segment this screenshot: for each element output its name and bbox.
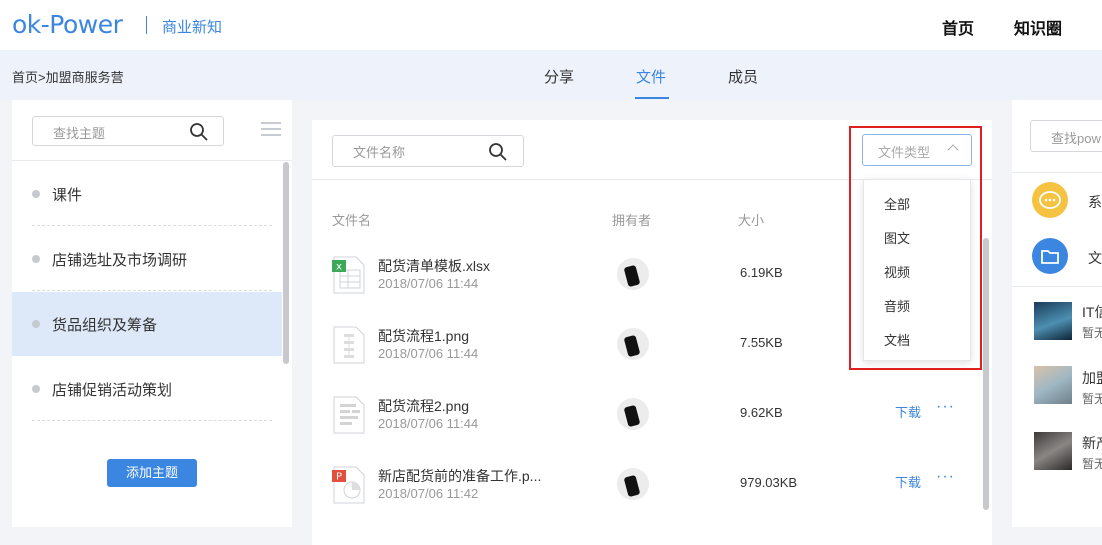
list-view-icon[interactable] <box>261 122 281 136</box>
svg-text:P: P <box>336 472 342 483</box>
tab-share[interactable]: 分享 <box>544 66 574 87</box>
column-header-size: 大小 <box>738 213 765 228</box>
image-file-icon <box>333 396 365 434</box>
file-search-placeholder: 文件名称 <box>353 145 406 160</box>
file-name[interactable]: 配货流程1.png <box>378 326 469 346</box>
folder-icon[interactable] <box>1032 238 1068 274</box>
add-topic-button[interactable]: 添加主题 <box>107 459 197 487</box>
article-thumbnail[interactable] <box>1034 366 1072 404</box>
breadcrumb[interactable]: 首页>加盟商服务营 <box>12 67 124 86</box>
download-link[interactable]: 下载 <box>895 402 921 421</box>
file-date: 2018/07/06 11:44 <box>378 346 479 361</box>
topic-item-promotion-planning[interactable]: 店铺促销活动策划 <box>12 357 282 421</box>
sub-navigation-bar: 首页>加盟商服务营 分享 文件 成员 <box>0 50 1102 100</box>
topic-label: 货品组织及筹备 <box>52 317 158 334</box>
search-icon[interactable] <box>488 142 508 162</box>
dashed-divider <box>32 420 272 421</box>
sidebar-divider <box>12 160 292 161</box>
column-header-filename: 文件名 <box>332 213 372 228</box>
topic-search-input[interactable]: 查找主题 <box>32 116 224 146</box>
site-logo[interactable]: ok-Power <box>12 10 123 39</box>
svg-text:x: x <box>336 262 342 273</box>
topic-label: 店铺选址及市场调研 <box>52 252 188 269</box>
right-sidebar: 查找pow 系 文 IT信 暂无 加盟 暂无 新产 暂无 <box>1012 100 1102 527</box>
bullet-icon <box>32 320 40 328</box>
article-subtitle: 暂无 <box>1082 392 1102 406</box>
owner-avatar[interactable] <box>617 258 649 290</box>
right-divider <box>1012 286 1102 287</box>
tab-members[interactable]: 成员 <box>728 66 758 87</box>
site-subtitle: 商业新知 <box>162 19 223 36</box>
file-item-label[interactable]: 文 <box>1088 248 1102 268</box>
file-row[interactable]: 配货流程2.png 2018/07/06 11:44 9.62KB 下载 ··· <box>312 378 982 448</box>
nav-knowledge-circle[interactable]: 知识圈 <box>1014 15 1062 39</box>
file-date: 2018/07/06 11:44 <box>378 276 479 291</box>
right-divider <box>1012 172 1102 173</box>
file-date: 2018/07/06 11:42 <box>378 486 479 501</box>
article-title[interactable]: 新产 <box>1082 433 1102 453</box>
article-subtitle: 暂无 <box>1082 457 1102 471</box>
topic-search-placeholder: 查找主题 <box>53 126 106 141</box>
topic-label: 课件 <box>52 187 83 204</box>
file-list-scrollbar[interactable] <box>983 238 989 510</box>
more-options-icon[interactable]: ··· <box>936 468 955 486</box>
excel-file-icon: x <box>332 256 365 294</box>
ppt-file-icon: P <box>332 466 365 504</box>
top-header: ok-Power 商业新知 首页 知识圈 <box>0 0 1102 50</box>
highlight-annotation-box <box>849 126 982 370</box>
file-name[interactable]: 配货清单模板.xlsx <box>378 256 490 276</box>
article-thumbnail[interactable] <box>1034 432 1072 470</box>
chat-icon[interactable] <box>1032 182 1068 218</box>
bullet-icon <box>32 255 40 263</box>
topic-sidebar: 查找主题 课件 店铺选址及市场调研 货品组织及筹备 店铺促销活动策划 添加主题 <box>12 100 292 527</box>
file-name[interactable]: 新店配货前的准备工作.p... <box>378 466 541 486</box>
topic-item-courseware[interactable]: 课件 <box>12 162 282 226</box>
nav-home[interactable]: 首页 <box>942 15 974 39</box>
logo-divider <box>146 16 147 34</box>
file-size: 7.55KB <box>740 335 783 350</box>
article-subtitle: 暂无 <box>1082 326 1102 340</box>
power-search-input[interactable]: 查找pow <box>1030 120 1102 152</box>
image-file-icon <box>333 326 365 364</box>
file-search-input[interactable]: 文件名称 <box>332 135 524 167</box>
owner-avatar[interactable] <box>617 468 649 500</box>
column-header-owner: 拥有者 <box>612 213 652 228</box>
power-search-placeholder: 查找pow <box>1051 131 1101 146</box>
file-date: 2018/07/06 11:44 <box>378 416 479 431</box>
active-tab-indicator <box>635 97 669 99</box>
system-item-label[interactable]: 系 <box>1088 192 1102 212</box>
topic-item-site-selection[interactable]: 店铺选址及市场调研 <box>12 227 282 291</box>
article-title[interactable]: IT信 <box>1082 302 1102 322</box>
owner-avatar[interactable] <box>617 328 649 360</box>
file-size: 979.03KB <box>740 475 798 490</box>
article-title[interactable]: 加盟 <box>1082 368 1102 388</box>
topic-label: 店铺促销活动策划 <box>52 382 173 399</box>
dashed-divider <box>32 290 272 291</box>
dashed-divider <box>32 225 272 226</box>
bullet-icon <box>32 190 40 198</box>
file-size: 6.19KB <box>740 265 783 280</box>
tab-files[interactable]: 文件 <box>636 66 666 87</box>
file-row[interactable]: P 新店配货前的准备工作.p... 2018/07/06 11:42 979.0… <box>312 448 982 518</box>
download-link[interactable]: 下载 <box>895 472 921 491</box>
search-icon[interactable] <box>189 122 209 142</box>
file-name[interactable]: 配货流程2.png <box>378 396 469 416</box>
more-options-icon[interactable]: ··· <box>936 398 955 416</box>
bullet-icon <box>32 385 40 393</box>
owner-avatar[interactable] <box>617 398 649 430</box>
article-thumbnail[interactable] <box>1034 302 1072 340</box>
file-size: 9.62KB <box>740 405 783 420</box>
sidebar-scrollbar[interactable] <box>283 162 289 364</box>
topic-item-goods-preparation[interactable]: 货品组织及筹备 <box>12 292 282 356</box>
